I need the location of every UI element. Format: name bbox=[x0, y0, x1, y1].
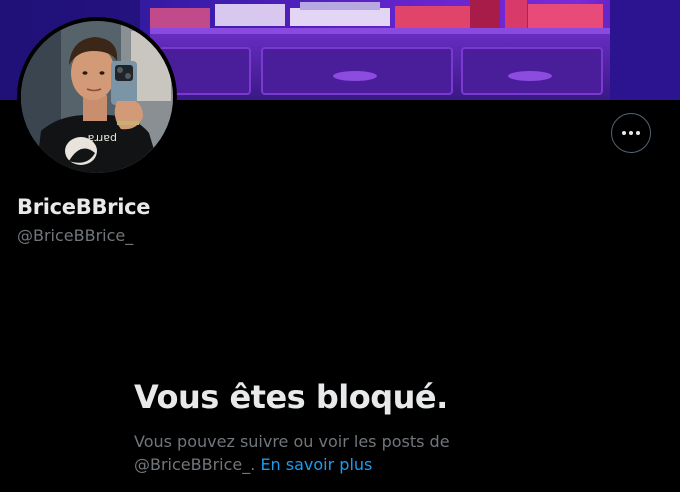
dot bbox=[636, 131, 640, 135]
more-horizontal-icon bbox=[622, 131, 640, 135]
shirt-text: parra bbox=[88, 132, 117, 145]
blocked-desc-handle: @BriceBBrice_. bbox=[134, 455, 256, 474]
learn-more-link[interactable]: En savoir plus bbox=[260, 455, 372, 474]
user-handle: @BriceBBrice_ bbox=[17, 226, 134, 245]
avatar[interactable]: parra bbox=[17, 17, 177, 177]
dot bbox=[622, 131, 626, 135]
dot bbox=[629, 131, 633, 135]
more-options-button[interactable] bbox=[611, 113, 651, 153]
profile-page: parra BriceBBrice @BriceBBrice_ Vous ête… bbox=[0, 0, 680, 492]
avatar-photo: parra bbox=[21, 21, 173, 173]
blocked-desc-prefix: Vous pouvez suivre ou voir les posts de bbox=[134, 432, 450, 451]
blocked-description: Vous pouvez suivre ou voir les posts de … bbox=[134, 430, 514, 476]
blocked-title: Vous êtes bloqué. bbox=[134, 378, 448, 416]
display-name: BriceBBrice bbox=[17, 195, 151, 219]
